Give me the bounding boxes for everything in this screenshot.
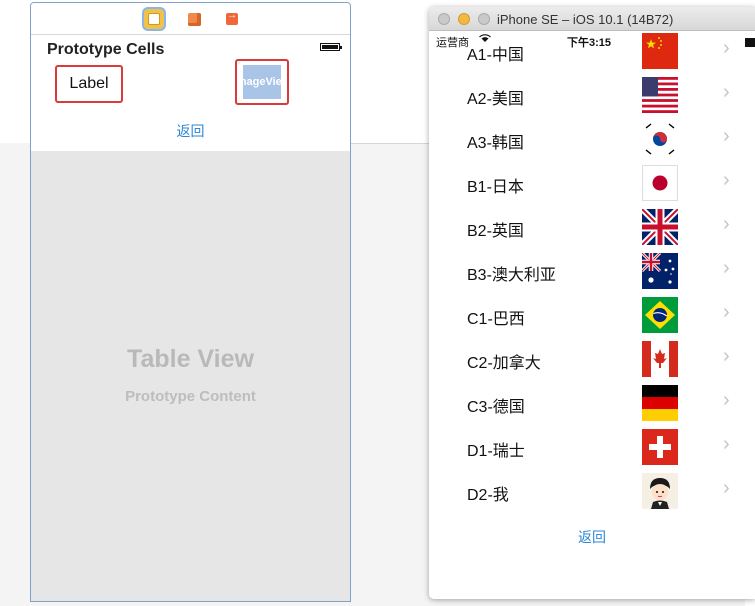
chevron-right-icon: › (723, 345, 730, 367)
simulator-title: iPhone SE – iOS 10.1 (14B72) (497, 12, 674, 27)
prototype-cells-title: Prototype Cells (47, 41, 165, 58)
table-row[interactable]: A2-美国 › (429, 73, 755, 117)
storyboard-back-button[interactable]: 返回 (31, 121, 350, 141)
table-row[interactable]: B3-澳大利亚 › (429, 249, 755, 293)
row-label: B3-澳大利亚 (467, 267, 556, 284)
table-row[interactable]: B1-日本 › (429, 161, 755, 205)
chevron-right-icon: › (723, 433, 730, 455)
chevron-right-icon: › (723, 301, 730, 323)
row-label: B2-英国 (467, 223, 524, 240)
prototype-image-view[interactable]: ImageView (235, 59, 289, 105)
chevron-right-icon: › (723, 389, 730, 411)
table-row[interactable]: D1-瑞士 › (429, 425, 755, 469)
table-row[interactable]: D2-我 › (429, 469, 755, 513)
chevron-right-icon: › (723, 169, 730, 191)
table-view-title: Table View (127, 345, 254, 373)
first-responder-icon[interactable] (184, 9, 204, 29)
table-row[interactable]: A1-中国 › (429, 29, 755, 73)
minimize-window-icon[interactable] (458, 13, 470, 25)
row-label: D1-瑞士 (467, 443, 525, 460)
uk-flag-icon (639, 206, 681, 248)
row-label: A3-韩国 (467, 135, 524, 152)
korea-flag-icon (642, 121, 678, 157)
canada-flag-icon (642, 341, 678, 377)
view-controller-icon[interactable] (144, 9, 164, 29)
row-label: C1-巴西 (467, 311, 525, 328)
row-label: A1-中国 (467, 47, 524, 64)
row-label: D2-我 (467, 487, 509, 504)
chevron-right-icon: › (723, 81, 730, 103)
row-label: C2-加拿大 (467, 355, 541, 372)
simulator-title-bar[interactable]: iPhone SE – iOS 10.1 (14B72) (429, 7, 755, 31)
prototype-cell-label[interactable]: Label (55, 65, 123, 103)
chevron-right-icon: › (723, 213, 730, 235)
storyboard-scene[interactable]: Prototype Cells Label ImageView 返回 Table… (30, 2, 351, 602)
row-label: B1-日本 (467, 179, 524, 196)
table-row[interactable]: C2-加拿大 › (429, 337, 755, 381)
exit-icon[interactable] (222, 9, 242, 29)
china-flag-icon (642, 33, 678, 69)
australia-flag-icon (640, 251, 678, 289)
usa-flag-icon (642, 77, 678, 113)
table-row[interactable]: A3-韩国 › (429, 117, 755, 161)
simulator-window[interactable]: iPhone SE – iOS 10.1 (14B72) 运营商 下午3:15 … (429, 7, 755, 599)
germany-flag-icon (642, 385, 678, 421)
chevron-right-icon: › (723, 125, 730, 147)
scene-dock (31, 3, 350, 35)
close-window-icon[interactable] (438, 13, 450, 25)
table-row[interactable]: B2-英国 › (429, 205, 755, 249)
table-row[interactable]: C1-巴西 › (429, 293, 755, 337)
table-header-area: Prototype Cells Label ImageView 返回 (31, 35, 350, 151)
row-label: C3-德国 (467, 399, 525, 416)
brazil-flag-icon (642, 297, 678, 333)
chevron-right-icon: › (723, 257, 730, 279)
image-view-placeholder: ImageView (243, 65, 281, 99)
table-row[interactable]: C3-德国 › (429, 381, 755, 425)
switzerland-flag-icon (642, 429, 678, 465)
table-view-subtitle: Prototype Content (125, 388, 256, 405)
chevron-right-icon: › (723, 477, 730, 499)
avatar-image (642, 473, 678, 509)
zoom-window-icon[interactable] (478, 13, 490, 25)
japan-flag-icon (642, 165, 678, 201)
battery-icon (320, 43, 342, 51)
simulator-back-button[interactable]: 返回 (429, 527, 755, 547)
row-label: A2-美国 (467, 91, 524, 108)
chevron-right-icon: › (723, 37, 730, 59)
